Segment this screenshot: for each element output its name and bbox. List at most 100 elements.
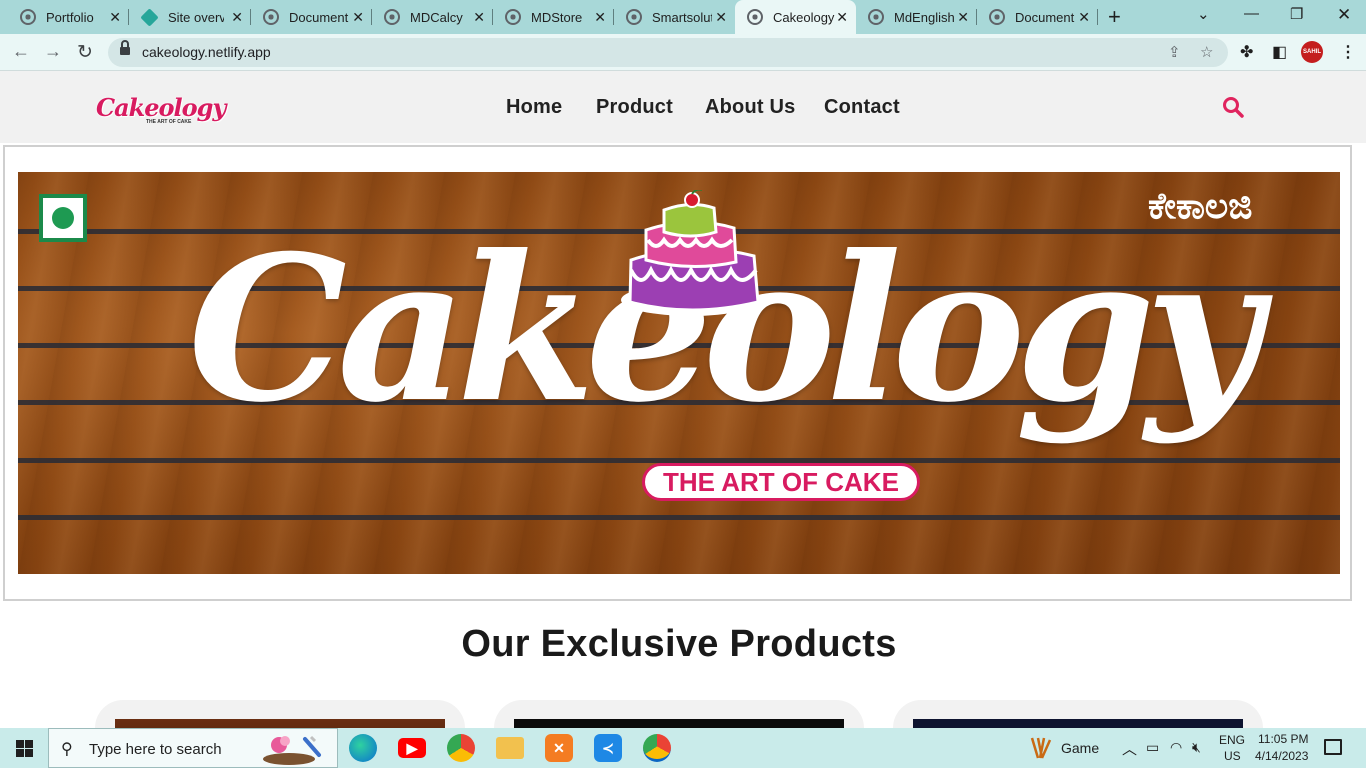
close-icon[interactable]: ✕ bbox=[836, 9, 848, 26]
file-explorer-icon[interactable] bbox=[496, 737, 524, 759]
wifi-icon[interactable]: ◠ bbox=[1170, 739, 1182, 756]
bookmark-star-icon[interactable]: ☆ bbox=[1200, 43, 1213, 61]
forward-arrow-icon[interactable]: → bbox=[44, 41, 62, 62]
globe-icon bbox=[20, 9, 36, 25]
tab-separator bbox=[1097, 9, 1098, 25]
tab-title: Cakeology bbox=[773, 9, 835, 25]
close-icon[interactable]: ✕ bbox=[352, 9, 364, 26]
reload-icon[interactable]: ↻ bbox=[77, 41, 93, 64]
hero-image: ಕೇಕಾಲಜಿ Cakeology THE ART OF CAKE bbox=[18, 172, 1340, 574]
hero-tagline: THE ART OF CAKE bbox=[642, 463, 920, 501]
game-label[interactable]: Game bbox=[1061, 740, 1099, 756]
url-text[interactable]: cakeology.netlify.app bbox=[142, 44, 271, 60]
clock-date[interactable]: 4/14/2023 bbox=[1255, 749, 1308, 763]
product-image bbox=[913, 719, 1243, 728]
youtube-icon[interactable]: ▶ bbox=[398, 738, 426, 758]
tab-title: MdEnglish bbox=[894, 9, 954, 25]
web-page: Cakeology THE ART OF CAKE Home Product A… bbox=[0, 71, 1366, 728]
tab-smartsolutions[interactable]: Smartsolutions ✕ bbox=[614, 0, 735, 34]
address-bar[interactable]: cakeology.netlify.app ⇪ ☆ bbox=[108, 38, 1228, 67]
tab-mdstore[interactable]: MDStore ✕ bbox=[493, 0, 614, 34]
more-menu-icon[interactable]: ⋮ bbox=[1340, 42, 1356, 62]
taskbar-search-box[interactable]: ⚲ Type here to search bbox=[48, 728, 338, 768]
vscode-icon[interactable]: ≺ bbox=[594, 734, 622, 762]
side-panel-icon[interactable]: ◧ bbox=[1272, 42, 1287, 62]
close-icon[interactable]: ✕ bbox=[594, 9, 606, 26]
tab-document[interactable]: Document ✕ bbox=[251, 0, 372, 34]
tab-title: Smartsolutions bbox=[652, 9, 712, 25]
tab-portfolio[interactable]: Portfolio ✕ bbox=[0, 0, 129, 34]
tab-strip: Portfolio ✕ Site overview ✕ Document ✕ M… bbox=[0, 0, 1366, 34]
tab-title: Document bbox=[1015, 9, 1075, 25]
volume-muted-icon[interactable]: 🔇︎ bbox=[1192, 739, 1201, 756]
close-icon[interactable]: ✕ bbox=[473, 9, 485, 26]
hero-banner: ಕೇಕಾಲಜಿ Cakeology THE ART OF CAKE bbox=[3, 145, 1352, 601]
globe-icon bbox=[263, 9, 279, 25]
logo-text: Cakeology bbox=[96, 93, 226, 122]
lock-icon bbox=[120, 40, 130, 56]
tab-title: MDCalcy bbox=[410, 9, 463, 25]
minimize-icon[interactable]: — bbox=[1244, 5, 1259, 22]
veg-symbol-icon bbox=[39, 194, 87, 242]
globe-icon bbox=[989, 9, 1005, 25]
close-icon[interactable]: ✕ bbox=[715, 9, 727, 26]
tab-title: Portfolio bbox=[46, 9, 94, 25]
globe-icon bbox=[747, 9, 763, 25]
language-code[interactable]: ENG bbox=[1219, 733, 1245, 747]
search-highlight-illustration-icon bbox=[263, 735, 321, 765]
tab-cakeology[interactable]: Cakeology ✕ bbox=[735, 0, 856, 34]
tab-title: MDStore bbox=[531, 9, 583, 25]
close-icon[interactable]: ✕ bbox=[957, 9, 969, 26]
chrome-icon[interactable] bbox=[447, 734, 475, 762]
product-card[interactable] bbox=[95, 700, 465, 728]
windows-taskbar: ⚲ Type here to search ▶ ✕ ≺ Game ︿ ▭ ◠ 🔇… bbox=[0, 728, 1366, 768]
chrome-active-icon[interactable] bbox=[643, 734, 671, 762]
back-arrow-icon[interactable]: ← bbox=[12, 41, 30, 62]
globe-icon bbox=[626, 9, 642, 25]
logo-subtitle: THE ART OF CAKE bbox=[146, 119, 192, 125]
nav-product[interactable]: Product bbox=[596, 96, 673, 119]
tab-title: Document bbox=[289, 9, 349, 25]
notification-center-icon[interactable] bbox=[1324, 739, 1342, 755]
product-image bbox=[115, 719, 445, 728]
xampp-icon[interactable]: ✕ bbox=[545, 734, 573, 762]
tab-mdenglish[interactable]: MdEnglish ✕ bbox=[856, 0, 977, 34]
clock-time[interactable]: 11:05 PM bbox=[1258, 732, 1308, 746]
windows-start-icon[interactable] bbox=[16, 740, 33, 757]
globe-icon bbox=[505, 9, 521, 25]
close-icon[interactable]: ✕ bbox=[231, 9, 243, 26]
nav-about-us[interactable]: About Us bbox=[705, 96, 795, 119]
taskbar-search-placeholder: Type here to search bbox=[89, 741, 222, 758]
site-logo[interactable]: Cakeology THE ART OF CAKE bbox=[96, 85, 226, 127]
close-icon[interactable]: ✕ bbox=[109, 9, 121, 26]
edge-browser-icon[interactable] bbox=[349, 734, 377, 762]
browser-toolbar: ← → ↻ cakeology.netlify.app ⇪ ☆ ✤ ◧ SAHI… bbox=[0, 34, 1366, 71]
product-card[interactable] bbox=[494, 700, 864, 728]
close-icon[interactable]: ✕ bbox=[1078, 9, 1090, 26]
cake-icon bbox=[621, 190, 761, 316]
share-icon[interactable]: ⇪ bbox=[1168, 43, 1181, 61]
tab-site-overview[interactable]: Site overview ✕ bbox=[129, 0, 251, 34]
nav-home[interactable]: Home bbox=[506, 96, 562, 119]
globe-icon bbox=[384, 9, 400, 25]
shelf-stripe bbox=[18, 515, 1340, 520]
product-card[interactable] bbox=[893, 700, 1263, 728]
extensions-puzzle-icon[interactable]: ✤ bbox=[1240, 42, 1253, 62]
battery-icon[interactable]: ▭ bbox=[1146, 739, 1159, 756]
profile-avatar[interactable]: SAHIL bbox=[1301, 41, 1323, 63]
restore-icon[interactable]: ❐ bbox=[1290, 5, 1303, 23]
search-icon[interactable] bbox=[1222, 96, 1244, 118]
game-icon[interactable] bbox=[1028, 736, 1052, 760]
globe-icon bbox=[868, 9, 884, 25]
language-region[interactable]: US bbox=[1224, 749, 1241, 763]
tab-title: Site overview bbox=[168, 9, 224, 25]
nav-contact[interactable]: Contact bbox=[824, 96, 900, 119]
tab-search-chevron-icon[interactable]: ⌄ bbox=[1197, 5, 1210, 23]
products-heading: Our Exclusive Products bbox=[461, 623, 897, 665]
tab-document-2[interactable]: Document ✕ bbox=[977, 0, 1098, 34]
netlify-icon bbox=[140, 7, 159, 27]
tab-mdcalcy[interactable]: MDCalcy ✕ bbox=[372, 0, 493, 34]
tray-overflow-chevron-icon[interactable]: ︿ bbox=[1122, 738, 1137, 759]
window-close-icon[interactable]: ✕ bbox=[1337, 5, 1351, 25]
new-tab-button[interactable]: + bbox=[1108, 4, 1121, 30]
